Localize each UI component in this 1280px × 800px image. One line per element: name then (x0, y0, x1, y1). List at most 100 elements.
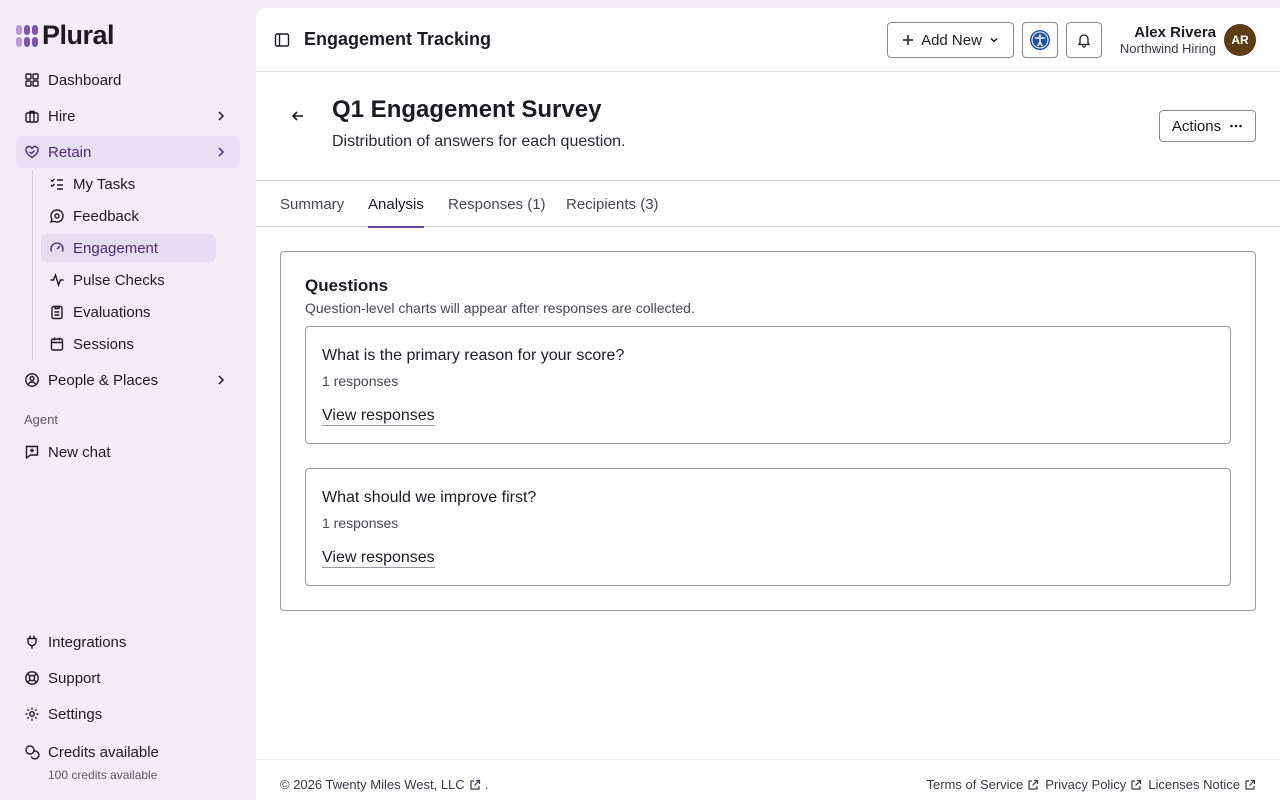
external-link-icon (1245, 779, 1256, 790)
sidebar-item-new-chat[interactable]: New chat (16, 436, 240, 468)
actions-button[interactable]: Actions (1159, 110, 1256, 142)
copyright: © 2026 Twenty Miles West, LLC . (280, 777, 488, 792)
coins-icon (24, 744, 40, 760)
sidebar-item-retain[interactable]: Retain (16, 136, 240, 168)
credits-remaining: 100 credits available (48, 768, 158, 782)
top-bar: Engagement Tracking Add New Alex Rivera … (256, 8, 1280, 72)
questions-note: Question-level charts will appear after … (305, 300, 695, 316)
sidebar-item-hire[interactable]: Hire (16, 100, 240, 132)
gear-icon (24, 706, 40, 722)
question-response-count: 1 responses (322, 515, 399, 531)
clipboard-icon (49, 304, 65, 320)
sidebar-item-evaluations[interactable]: Evaluations (41, 298, 216, 326)
sidebar-item-label: Sessions (73, 335, 134, 353)
footer-links: Terms of Service Privacy Policy Licenses… (926, 777, 1256, 792)
calendar-icon (49, 336, 65, 352)
licenses-link[interactable]: Licenses Notice (1148, 777, 1256, 792)
sidebar-item-label: My Tasks (73, 175, 136, 193)
sidebar-item-label: Hire (48, 107, 76, 125)
sidebar-item-label: New chat (48, 443, 111, 461)
sidebar-item-feedback[interactable]: Feedback (41, 202, 216, 230)
terms-link[interactable]: Terms of Service (926, 777, 1039, 792)
dashboard-icon (24, 72, 40, 88)
plus-icon (903, 35, 914, 45)
tab-summary[interactable]: Summary (280, 181, 344, 227)
heart-handshake-icon (24, 144, 40, 160)
footer-link-label: Licenses Notice (1148, 777, 1240, 792)
sidebar-item-label: Evaluations (73, 303, 151, 321)
sidebar-item-label: People & Places (48, 371, 159, 389)
sidebar-item-label: Engagement (73, 239, 159, 257)
lifebuoy-icon (24, 670, 40, 686)
user-name: Alex Rivera (1134, 24, 1216, 41)
questions-heading: Questions (305, 276, 389, 295)
accessibility-icon (1030, 30, 1050, 50)
copyright-text: © 2026 Twenty Miles West, LLC (280, 777, 465, 792)
actions-label: Actions (1171, 117, 1222, 135)
sidebar-item-label: Settings (48, 705, 103, 723)
sidebar-item-settings[interactable]: Settings (16, 698, 240, 730)
company-link[interactable]: © 2026 Twenty Miles West, LLC (280, 777, 481, 792)
sidebar-item-support[interactable]: Support (16, 662, 240, 694)
back-arrow-icon[interactable] (290, 108, 306, 124)
brand-logo[interactable]: Plural (16, 20, 115, 51)
footer: © 2026 Twenty Miles West, LLC . Terms of… (256, 759, 1280, 800)
activity-icon (49, 272, 65, 288)
sidebar-item-engagement[interactable]: Engagement (41, 234, 216, 262)
tab-analysis[interactable]: Analysis (368, 181, 424, 228)
view-responses-link[interactable]: View responses (322, 407, 435, 426)
page-header-title: Engagement Tracking (304, 29, 492, 49)
question-card: What is the primary reason for your scor… (305, 326, 1231, 444)
sidebar-item-label: Support (48, 669, 101, 687)
privacy-link[interactable]: Privacy Policy (1045, 777, 1142, 792)
sidebar-item-pulse-checks[interactable]: Pulse Checks (41, 266, 216, 294)
page-title: Q1 Engagement Survey (332, 96, 602, 123)
sidebar-item-my-tasks[interactable]: My Tasks (41, 170, 216, 198)
sidebar-item-dashboard[interactable]: Dashboard (16, 64, 240, 96)
sidebar-item-sessions[interactable]: Sessions (41, 330, 216, 358)
sidebar-toggle-icon[interactable] (274, 32, 290, 48)
sidebar-item-credits[interactable]: Credits available (16, 736, 240, 768)
sidebar-item-people-places[interactable]: People & Places (16, 364, 240, 396)
view-responses-link[interactable]: View responses (322, 549, 435, 568)
briefcase-icon (24, 108, 40, 124)
questions-card: Questions Question-level charts will app… (280, 251, 1256, 611)
external-link-icon (1131, 779, 1142, 790)
copyright-suffix: . (484, 777, 489, 792)
question-response-count: 1 responses (322, 373, 399, 389)
avatar[interactable]: AR (1224, 24, 1256, 56)
tab-recipients[interactable]: Recipients (3) (566, 181, 659, 227)
user-circle-icon (24, 372, 40, 388)
external-link-icon (470, 779, 480, 790)
sidebar-item-integrations[interactable]: Integrations (16, 626, 240, 658)
sidebar-item-label: Dashboard (48, 71, 122, 89)
page-subtitle: Distribution of answers for each questio… (332, 133, 626, 150)
plug-icon (24, 634, 40, 650)
add-new-label: Add New (921, 31, 982, 49)
user-org: Northwind Hiring (1119, 41, 1216, 56)
chat-bubble-icon (49, 208, 65, 224)
accessibility-button[interactable] (1022, 22, 1058, 58)
notifications-button[interactable] (1066, 22, 1102, 58)
chevron-down-icon (990, 37, 998, 43)
chat-plus-icon (24, 444, 40, 460)
footer-link-label: Privacy Policy (1045, 777, 1127, 792)
sidebar-item-label: Integrations (48, 633, 127, 651)
footer-link-label: Terms of Service (926, 777, 1024, 792)
external-link-icon (1028, 779, 1039, 790)
tab-responses[interactable]: Responses (1) (448, 181, 546, 227)
tab-bar: Summary Analysis Responses (1) Recipient… (256, 180, 1280, 228)
section-label-agent: Agent (24, 412, 58, 427)
question-card: What should we improve first? 1 response… (305, 468, 1231, 586)
more-horizontal-icon (1230, 124, 1242, 128)
logo-mark-icon (16, 24, 38, 47)
sidebar-item-label: Feedback (73, 207, 139, 225)
brand-name: Plural (42, 20, 115, 50)
gauge-icon (49, 240, 65, 256)
sidebar-item-label: Retain (48, 143, 92, 161)
sidebar-item-label: Pulse Checks (73, 271, 165, 289)
question-title: What should we improve first? (322, 489, 537, 506)
chevron-right-icon (218, 375, 225, 385)
add-new-button[interactable]: Add New (887, 22, 1014, 58)
chevron-right-icon (218, 111, 225, 121)
